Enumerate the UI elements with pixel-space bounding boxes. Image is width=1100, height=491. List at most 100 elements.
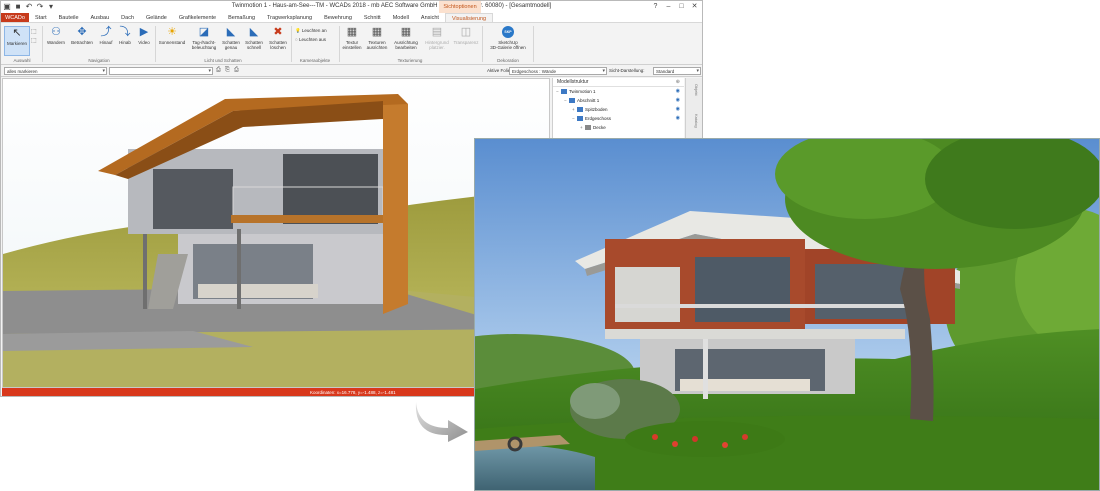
leuchten-an-option[interactable]: 💡 Leuchten an [295,28,327,34]
ribbon-separator [339,26,340,62]
timber-wall [383,97,408,314]
tree-item[interactable]: + Decke [553,123,684,132]
column [237,229,241,309]
layer-options-icon[interactable]: ⎙ [234,67,239,74]
tab-schnitt[interactable]: Schnitt [358,13,387,22]
secondary-toolbar: alles markieren ⎙ ⎘ ⎙ Aktive Folie: Erdg… [1,66,702,77]
window-title: Twinmotion 1 - Haus-am-See---TM - WCADs … [231,3,552,9]
quick-access-toolbar: ▣ ■ ↶ ↷ ▾ [3,2,55,11]
schatten-schnell-button[interactable]: ◣ Schatten schnell [243,26,265,56]
visibility-eye-icon[interactable]: ◉ [676,87,680,96]
stairs-down-icon: ⤵ [119,26,131,38]
tab-ansicht[interactable]: Ansicht [415,13,445,22]
tab-grafikelemente[interactable]: Grafikelemente [173,13,222,22]
customize-dropdown-icon[interactable]: ▾ [47,2,55,11]
schatten-loeschen-button[interactable]: ✖ Schatten löschen [267,26,289,56]
undo-icon[interactable]: ↶ [25,2,33,11]
ribbon-panel: ↖ Markieren ⬚ ⬚ Auswahl ⚇ Wandern ✥ Betr… [1,23,702,65]
viewport-scene [3,79,549,387]
3d-viewport[interactable] [2,78,550,388]
wandern-button[interactable]: ⚇ Wandern [45,26,67,56]
texture-icon: ▦ [346,26,358,38]
tree-item[interactable]: − Twinmotion 1 ◉ [553,87,684,96]
transition-arrow-icon [415,402,468,442]
tree-item[interactable]: − Abschnitt 1 ◉ [553,96,684,105]
video-button[interactable]: ▶ Video [135,26,153,56]
tab-dach[interactable]: Dach [115,13,140,22]
textur-einstellen-button[interactable]: ▦ Textur einstellen [341,26,363,56]
active-floor-label: Aktive Folie: [487,68,512,73]
filter-select[interactable]: alles markieren [4,67,107,75]
close-icon[interactable]: ✕ [689,2,700,12]
tree-item[interactable]: + Spitzboden ◉ [553,105,684,114]
tab-bauteile[interactable]: Bauteile [53,13,85,22]
sketchup-galerie-button[interactable]: SKP SketchUp 3D-Galerie öffnen [487,26,529,56]
group-label-licht: Licht und Schatten [204,58,242,63]
markieren-button[interactable]: ↖ Markieren [4,26,30,56]
render-scene [475,139,1099,490]
help-icon[interactable]: ? [650,2,661,12]
redo-icon[interactable]: ↷ [36,2,44,11]
hinab-button[interactable]: ⤵ Hinab [116,26,134,56]
active-floor-select[interactable]: Erdgeschoss : Wände [509,67,607,75]
coordinates-readout: Koordinaten: x=16.778, y=-1.488, z=-1.48… [310,390,396,395]
ribbon-separator [533,26,534,62]
floor-icon [577,107,583,113]
visibility-eye-icon[interactable]: ◉ [676,105,680,114]
day-night-icon: ◪ [198,26,210,38]
pin-icon[interactable]: ⊕ [676,79,680,85]
upper-loggia [283,154,378,224]
tag-nacht-button[interactable]: ◪ Tag-/Nacht- beleuchtung [189,26,219,56]
select-window-icon[interactable]: ⬚ [31,28,37,35]
side-tab-katalog[interactable]: Katalog [689,114,699,128]
bulb-on-icon: 💡 [295,28,301,33]
minimize-icon[interactable]: – [663,2,674,12]
orbit-icon: ✥ [77,26,87,38]
twinmotion-render [474,138,1100,491]
tab-bemassung[interactable]: Bemaßung [222,13,261,22]
texture-align-icon: ▦ [371,26,383,38]
window-controls: ? – □ ✕ [650,2,700,12]
tab-start[interactable]: Start [29,13,53,22]
tab-ausbau[interactable]: Ausbau [85,13,116,22]
view-mode-select[interactable]: Standard [653,67,701,75]
shadow-exact-icon: ◣ [226,26,236,38]
view-mode-label: Sicht-Darstellung: [609,68,645,73]
maximize-icon[interactable]: □ [676,2,687,12]
section-icon [569,98,575,104]
status-bar: Koordinaten: x=16.778, y=-1.488, z=-1.48… [2,388,550,396]
group-label-texturierung: Texturierung [397,58,423,63]
hinauf-button[interactable]: ⤴ Hinauf [97,26,115,56]
tab-visualisierung[interactable]: Visualisierung [444,13,494,22]
layer-manager-icon[interactable]: ⎘ [225,67,230,74]
hintergrund-button[interactable]: ▤ Hintergrund platzier. [423,26,451,56]
layer-select[interactable] [109,67,213,75]
print-icon[interactable]: ⎙ [216,67,221,74]
transparenz-button[interactable]: ◫ Transparenz [453,26,479,56]
group-label-kameraobjekte: Kameraobjekte [299,58,331,63]
select-lasso-icon[interactable]: ⬚ [31,37,37,44]
bulb-off-icon: ○ [295,37,298,42]
visibility-eye-icon[interactable]: ◉ [676,96,680,105]
sonnenstand-button[interactable]: ☀ Sonnenstand [157,26,187,56]
group-label-navigation: Navigation [88,58,110,63]
ausrichtung-bearbeiten-button[interactable]: ▦ Ausrichtung bearbeiten [391,26,421,56]
file-tab[interactable]: WCADo [1,13,29,22]
tab-gelaende[interactable]: Gelände [140,13,173,22]
group-label-auswahl: Auswahl [13,58,31,63]
tab-bewehrung[interactable]: Bewehrung [318,13,358,22]
layer-icon [585,125,591,131]
side-tab-objekt[interactable]: Objekt [689,84,699,96]
tab-modell[interactable]: Modell [387,13,415,22]
tree-item[interactable]: − Erdgeschoss ◉ [553,114,684,123]
save-icon[interactable]: ■ [14,2,22,11]
visibility-eye-icon[interactable]: ◉ [676,114,680,123]
tab-tragwerksplanung[interactable]: Tragwerksplanung [261,13,318,22]
texturen-ausrichten-button[interactable]: ▦ Texturen ausrichten [365,26,389,56]
leuchten-aus-option[interactable]: ○ Leuchten aus [295,37,326,42]
column [143,234,147,309]
schatten-genau-button[interactable]: ◣ Schatten genau [221,26,241,56]
ribbon-separator [482,26,483,62]
betrachten-button[interactable]: ✥ Betrachten [69,26,95,56]
app-menu-icon[interactable]: ▣ [3,2,11,11]
